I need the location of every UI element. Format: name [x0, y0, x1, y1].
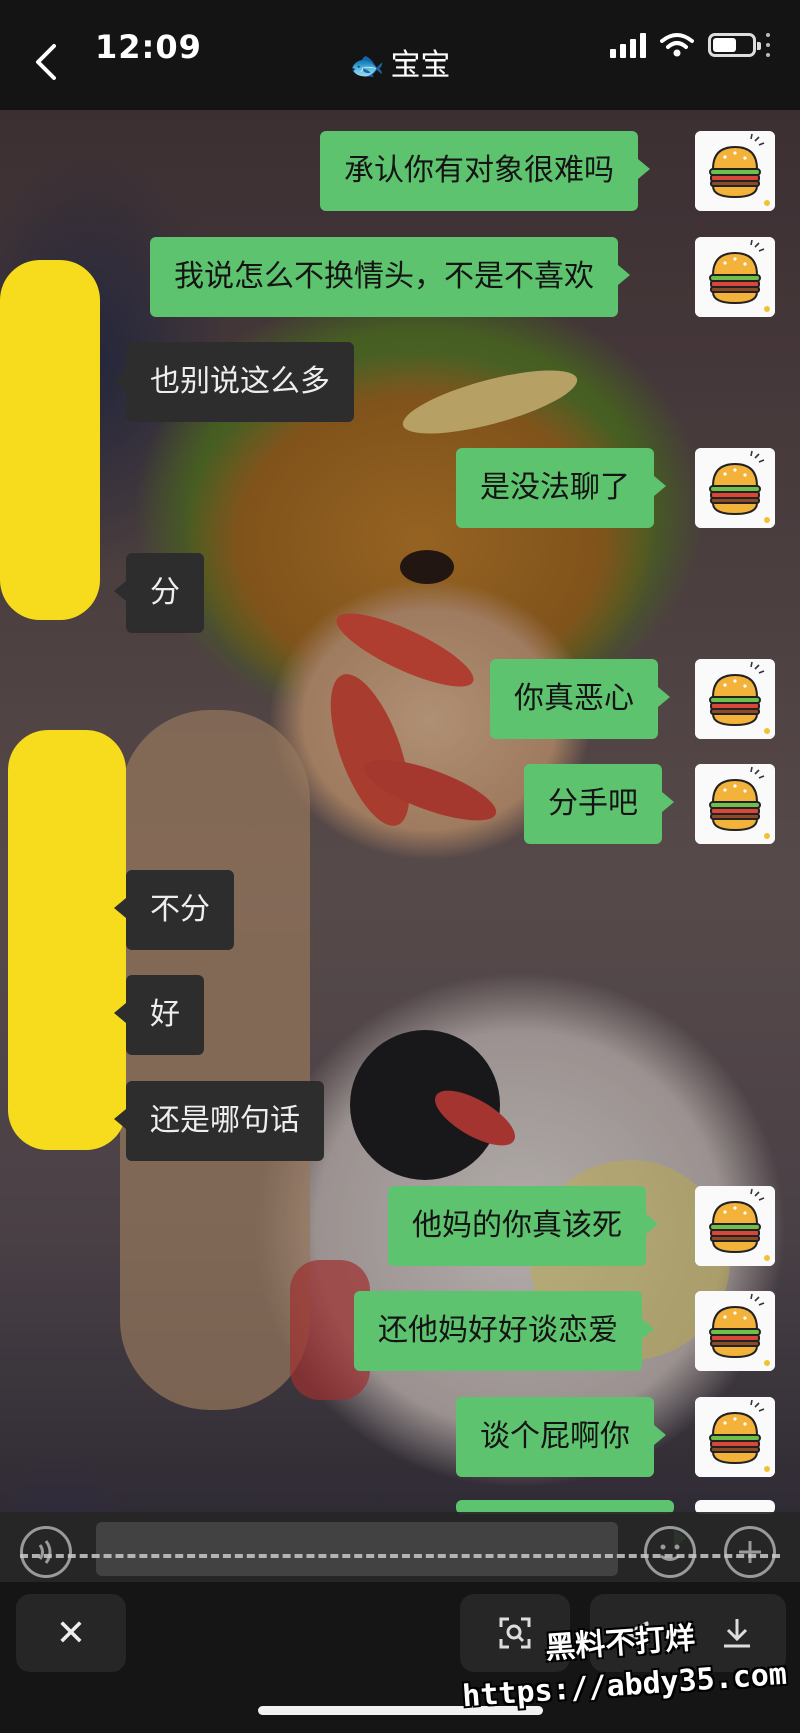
signal-icon: [610, 32, 646, 58]
voice-icon: [38, 1540, 52, 1564]
incoming-message[interactable]: 分: [114, 553, 204, 633]
incoming-message[interactable]: 不分: [114, 870, 234, 950]
message-text: 分: [150, 575, 180, 610]
download-icon: [724, 1619, 750, 1648]
close-button[interactable]: ✕: [16, 1594, 126, 1672]
message-input[interactable]: [96, 1522, 618, 1576]
outgoing-message[interactable]: 谈个屁啊你: [456, 1397, 666, 1477]
burger-avatar-icon: [695, 1291, 775, 1371]
wifi-icon: [660, 33, 694, 57]
message-text: 还是哪句话: [150, 1103, 300, 1138]
avatar[interactable]: [695, 764, 775, 844]
redaction-scribble: [8, 730, 126, 1150]
avatar[interactable]: [695, 131, 775, 211]
message-text: 我说怎么不换情头，不是不喜欢: [174, 259, 594, 294]
outgoing-message[interactable]: 是没法聊了: [456, 448, 666, 528]
incoming-message[interactable]: 还是哪句话: [114, 1081, 324, 1161]
avatar[interactable]: [695, 659, 775, 739]
outgoing-message[interactable]: 分手吧: [524, 764, 674, 844]
crop-guide-line: [20, 1554, 780, 1558]
more-indicator: [766, 33, 770, 57]
burger-avatar-icon: [695, 131, 775, 211]
chat-input-bar: [0, 1512, 800, 1582]
battery-icon: [708, 33, 761, 57]
incoming-message[interactable]: 也别说这么多: [114, 342, 354, 422]
chat-title-text: 宝宝: [390, 48, 451, 83]
message-text: 你真恶心: [514, 681, 634, 716]
outgoing-message[interactable]: 我说怎么不换情头，不是不喜欢: [150, 237, 630, 317]
message-text: 分手吧: [548, 786, 638, 821]
message-text: 承认你有对象很难吗: [344, 153, 614, 188]
burger-avatar-icon: [695, 764, 775, 844]
message-text: 不分: [150, 892, 210, 927]
burger-avatar-icon: [695, 448, 775, 528]
burger-avatar-icon: [695, 1186, 775, 1266]
burger-avatar-icon: [695, 1397, 775, 1477]
message-text: 也别说这么多: [150, 364, 330, 399]
emoji-button[interactable]: [644, 1526, 696, 1578]
outgoing-message[interactable]: 还他妈好好谈恋爱: [354, 1291, 654, 1371]
outgoing-message[interactable]: 承认你有对象很难吗: [320, 131, 650, 211]
outgoing-message[interactable]: 他妈的你真该死: [388, 1186, 658, 1266]
incoming-message[interactable]: 好: [114, 975, 204, 1055]
avatar[interactable]: [695, 1397, 775, 1477]
avatar[interactable]: [695, 1186, 775, 1266]
message-text: 是没法聊了: [480, 470, 630, 505]
message-text: 他妈的你真该死: [412, 1208, 622, 1243]
avatar[interactable]: [695, 448, 775, 528]
close-icon: ✕: [55, 1612, 87, 1654]
voice-button[interactable]: [20, 1526, 72, 1578]
plus-button[interactable]: [724, 1526, 776, 1578]
plus-icon: [739, 1541, 761, 1563]
outgoing-message[interactable]: 你真恶心: [490, 659, 670, 739]
avatar[interactable]: [695, 237, 775, 317]
emoji-icon: [660, 1544, 680, 1561]
status-and-nav-bar: 12:09 🐟 宝宝: [0, 0, 800, 110]
message-text: 还他妈好好谈恋爱: [378, 1313, 618, 1348]
redaction-scribble: [0, 260, 100, 620]
message-text: 谈个屁啊你: [480, 1419, 630, 1454]
scan-icon: [499, 1617, 531, 1649]
fish-icon: 🐟: [349, 49, 385, 82]
burger-avatar-icon: [695, 237, 775, 317]
message-text: 好: [150, 997, 180, 1032]
burger-avatar-icon: [695, 659, 775, 739]
avatar[interactable]: [695, 1291, 775, 1371]
status-icons: [610, 32, 770, 58]
